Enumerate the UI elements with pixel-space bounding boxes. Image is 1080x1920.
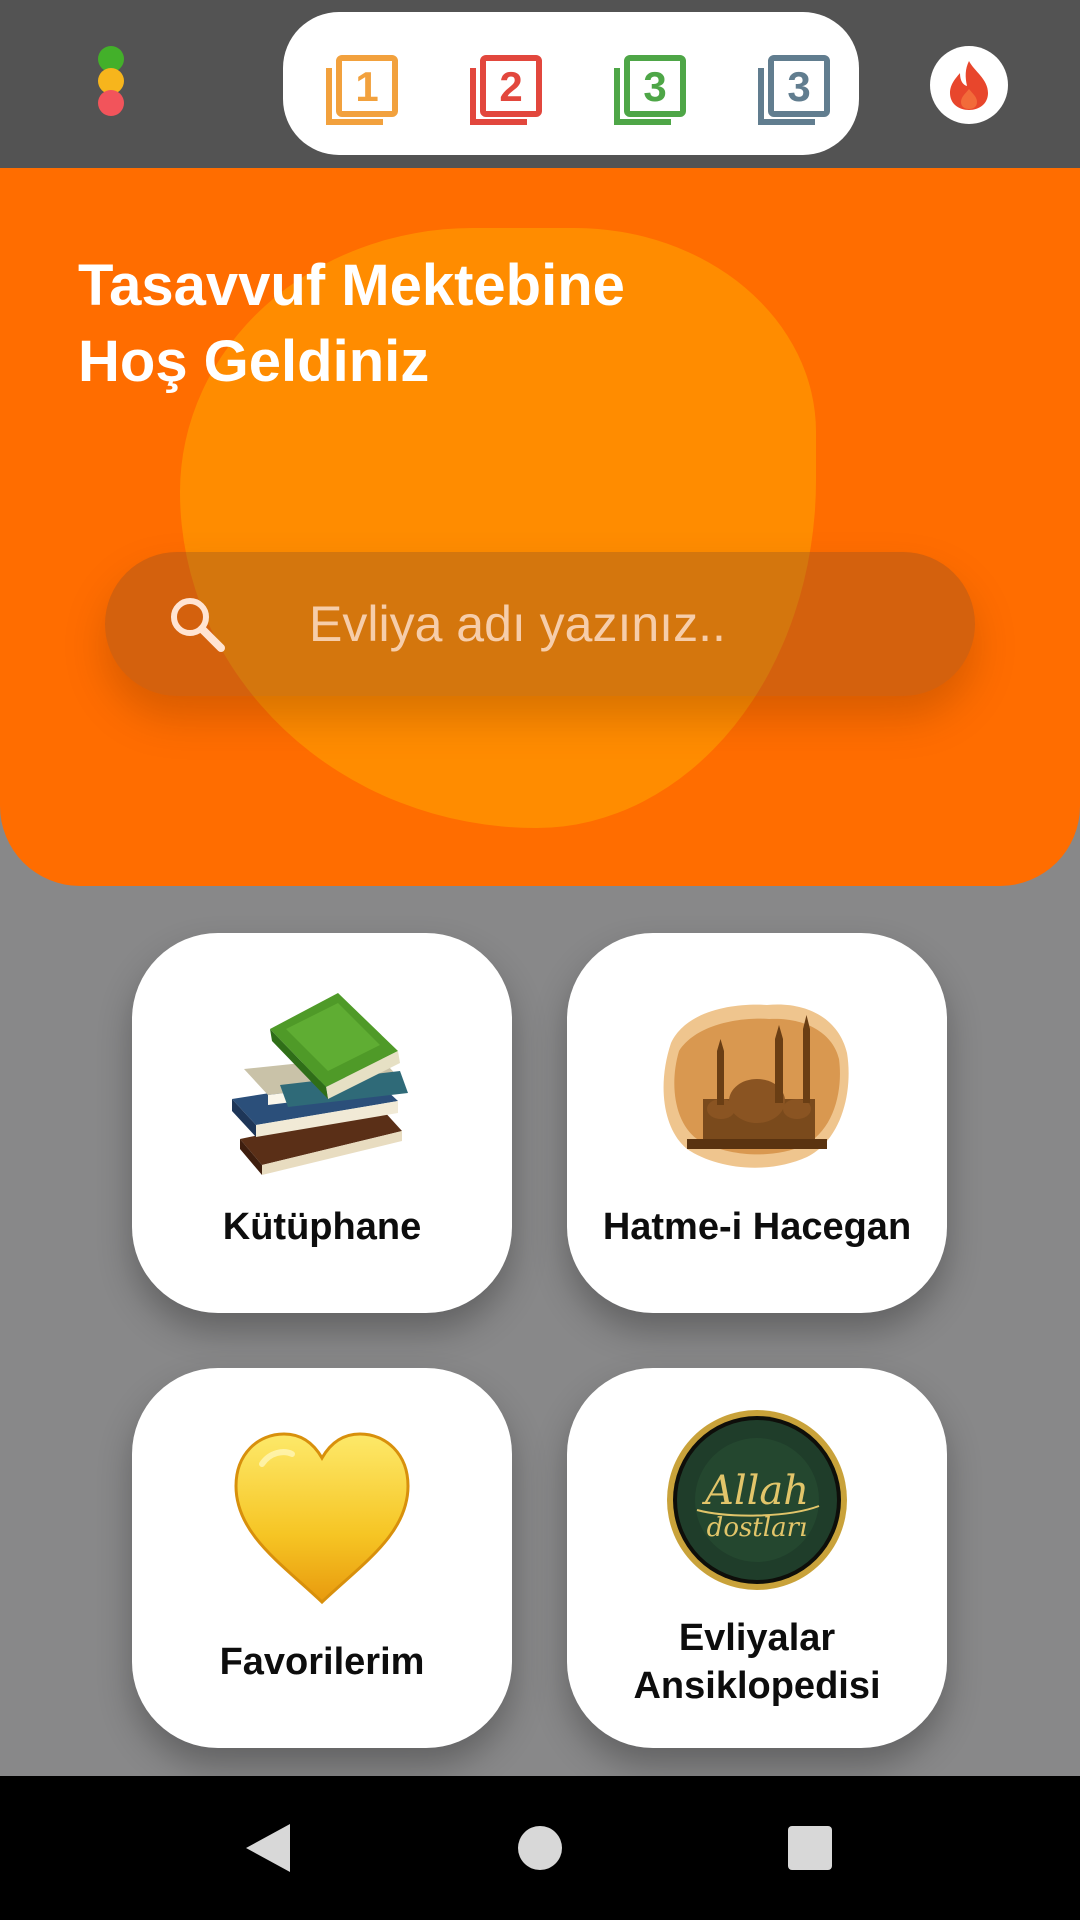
- book-3-alt-icon: 3: [758, 55, 830, 125]
- svg-text:3: 3: [643, 63, 666, 110]
- card-encyclopedia-label-line1: Evliyalar: [678, 1617, 836, 1659]
- tab-book-1[interactable]: 1: [321, 50, 401, 130]
- tab-book-3[interactable]: 3: [609, 50, 689, 130]
- mosque-painting-icon: [657, 989, 857, 1179]
- book-2-icon: 2: [470, 55, 542, 125]
- books-stack-icon: [222, 989, 422, 1179]
- flame-icon: [950, 61, 988, 110]
- top-bar: 1 2 3 3: [0, 0, 1080, 168]
- search-bar[interactable]: [105, 552, 975, 696]
- allah-dostlari-emblem-icon: Allah dostları: [657, 1406, 857, 1596]
- system-nav-bar: [0, 1776, 1080, 1920]
- card-hatme[interactable]: Hatme-i Hacegan: [567, 933, 947, 1313]
- yellow-heart-icon: [222, 1424, 422, 1614]
- card-encyclopedia-label: Evliyalar Ansiklopedisi: [567, 1614, 947, 1710]
- tab-selector: 1 2 3 3: [283, 12, 859, 155]
- welcome-title: Tasavvuf Mektebine Hoş Geldiniz: [78, 248, 778, 400]
- recents-button[interactable]: [760, 1798, 860, 1898]
- book-3-icon: 3: [614, 55, 686, 125]
- svg-text:dostları: dostları: [707, 1513, 808, 1543]
- card-hatme-label: Hatme-i Hacegan: [602, 1206, 912, 1248]
- tab-book-2[interactable]: 2: [465, 50, 545, 130]
- card-library-label: Kütüphane: [222, 1206, 422, 1248]
- welcome-title-line1: Tasavvuf Mektebine: [78, 253, 625, 318]
- card-encyclopedia-label-line2: Ansiklopedisi: [633, 1665, 881, 1707]
- app-screen: 1 2 3 3 Tasavvuf Mektebine Hoş Geldiniz …: [0, 0, 1080, 1920]
- home-icon: [518, 1826, 562, 1870]
- red-dot: [98, 90, 124, 116]
- card-library[interactable]: Kütüphane: [132, 933, 512, 1313]
- menu-dots-icon[interactable]: [96, 46, 126, 126]
- streak-button[interactable]: [930, 46, 1008, 124]
- search-icon: [171, 598, 225, 652]
- card-favorites[interactable]: Favorilerim: [132, 1368, 512, 1748]
- svg-text:3: 3: [787, 63, 810, 110]
- home-button[interactable]: [490, 1798, 590, 1898]
- back-button[interactable]: [218, 1798, 318, 1898]
- welcome-title-line2: Hoş Geldiniz: [78, 329, 430, 394]
- back-icon: [246, 1824, 290, 1872]
- card-encyclopedia[interactable]: Allah dostları Evliyalar Ansiklopedisi: [567, 1368, 947, 1748]
- book-1-icon: 1: [326, 55, 398, 125]
- recents-icon: [788, 1826, 832, 1870]
- card-favorites-label: Favorilerim: [219, 1641, 425, 1683]
- svg-text:2: 2: [499, 63, 522, 110]
- svg-text:1: 1: [355, 63, 378, 110]
- svg-text:Allah: Allah: [701, 1468, 809, 1514]
- search-input[interactable]: [307, 582, 927, 666]
- hero-banner: Tasavvuf Mektebine Hoş Geldiniz: [0, 168, 1080, 886]
- tab-book-4[interactable]: 3: [753, 50, 833, 130]
